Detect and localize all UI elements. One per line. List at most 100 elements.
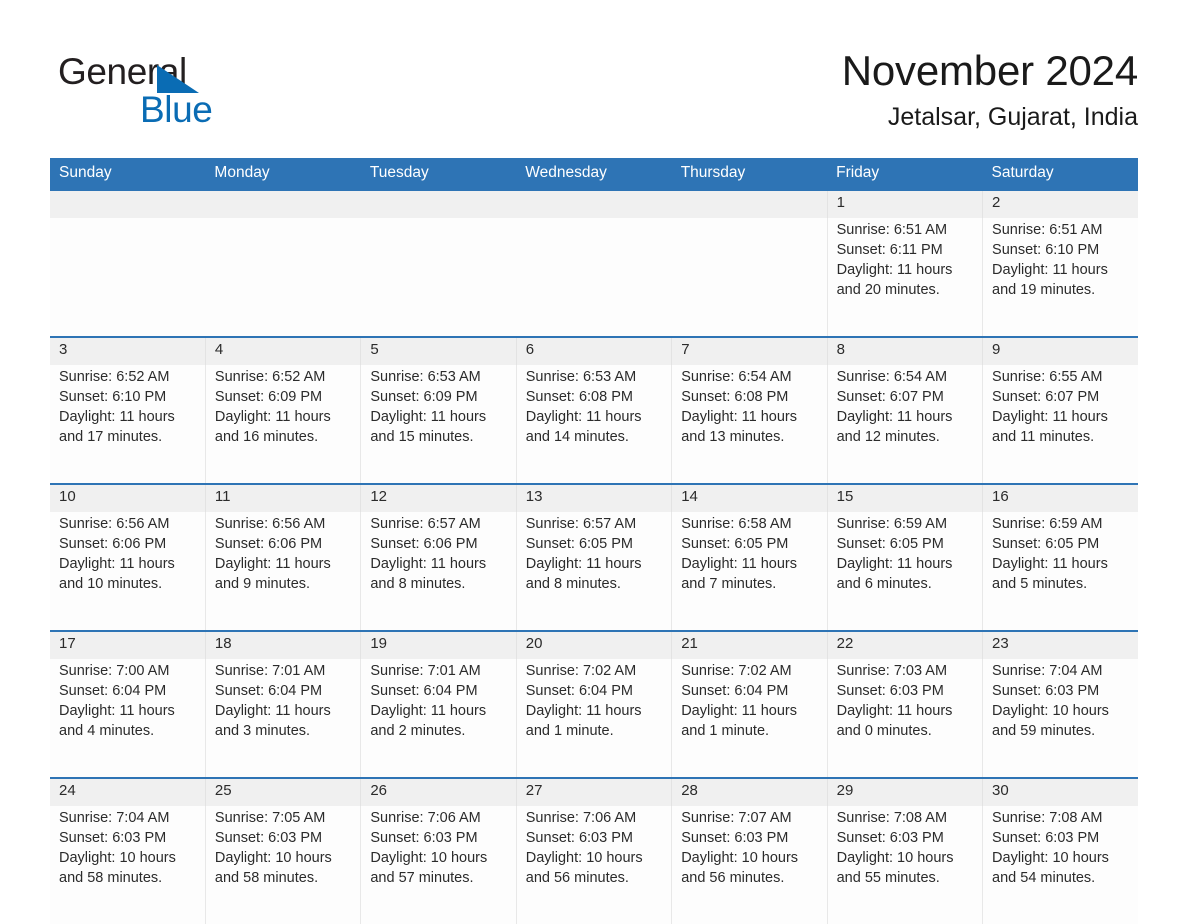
day-cell[interactable]: Sunrise: 7:08 AM Sunset: 6:03 PM Daylight:… <box>826 806 983 924</box>
day-cell[interactable]: Sunrise: 6:54 AM Sunset: 6:07 PM Daylight:… <box>826 365 983 484</box>
day-cell[interactable]: Sunrise: 7:04 AM Sunset: 6:03 PM Daylight:… <box>982 659 1138 778</box>
day-cell[interactable]: Sunrise: 7:04 AM Sunset: 6:03 PM Daylight:… <box>50 806 206 924</box>
day-detail: Sunrise: 6:51 AM Sunset: 6:11 PM Daylight:… <box>837 220 974 300</box>
day-detail: Sunrise: 7:04 AM Sunset: 6:03 PM Daylight:… <box>59 808 197 888</box>
weekday-header-saturday: Saturday <box>982 158 1138 190</box>
day-cell[interactable]: Sunrise: 7:01 AM Sunset: 6:04 PM Daylight:… <box>204 659 361 778</box>
daylight-text: Daylight: 11 hours and 1 minute. <box>525 703 642 739</box>
sunset-text: Sunset: 6:04 PM <box>59 683 167 699</box>
daylight-text: Daylight: 11 hours and 14 minutes. <box>525 409 642 445</box>
sunrise-text: Sunrise: 6:54 AM <box>836 369 948 385</box>
daylight-text: Daylight: 11 hours and 1 minute. <box>681 703 797 739</box>
day-number[interactable]: 11 <box>204 483 361 512</box>
day-number[interactable]: 18 <box>204 630 361 659</box>
day-cell[interactable]: Sunrise: 7:00 AM Sunset: 6:04 PM Daylight:… <box>50 659 206 778</box>
day-number[interactable]: 1 <box>826 189 983 218</box>
day-number[interactable]: 5 <box>360 336 517 365</box>
day-cell[interactable]: Sunrise: 7:01 AM Sunset: 6:04 PM Daylight:… <box>360 659 517 778</box>
day-number[interactable]: 10 <box>50 483 206 512</box>
day-number[interactable]: 30 <box>982 777 1138 806</box>
day-cell[interactable]: Sunrise: 6:59 AM Sunset: 6:05 PM Daylight:… <box>982 512 1138 631</box>
day-detail: Sunrise: 6:51 AM Sunset: 6:10 PM Daylight:… <box>992 220 1130 300</box>
day-cell[interactable]: Sunrise: 6:53 AM Sunset: 6:09 PM Daylight:… <box>360 365 517 484</box>
day-number[interactable]: 20 <box>515 630 672 659</box>
sunrise-text: Sunrise: 6:53 AM <box>525 369 637 385</box>
sunset-text: Sunset: 6:05 PM <box>681 536 789 552</box>
day-number[interactable]: 23 <box>982 630 1138 659</box>
day-number[interactable]: 3 <box>50 336 206 365</box>
day-number[interactable]: 26 <box>360 777 517 806</box>
day-cell[interactable]: Sunrise: 7:03 AM Sunset: 6:03 PM Daylight:… <box>826 659 983 778</box>
day-cell[interactable]: Sunrise: 6:51 AM Sunset: 6:11 PM Daylight:… <box>826 218 983 337</box>
day-number[interactable]: 7 <box>671 336 828 365</box>
day-cell[interactable]: Sunrise: 7:02 AM Sunset: 6:04 PM Daylight:… <box>671 659 828 778</box>
week-detail-row: Sunrise: 6:52 AM Sunset: 6:10 PM Daylight:… <box>50 365 1138 484</box>
day-cell[interactable]: Sunrise: 6:54 AM Sunset: 6:08 PM Daylight:… <box>671 365 828 484</box>
sunset-text: Sunset: 6:03 PM <box>59 830 167 846</box>
sunrise-text: Sunrise: 7:06 AM <box>370 810 481 826</box>
sunrise-text: Sunrise: 7:03 AM <box>836 663 948 679</box>
calendar-header: Sunday Monday Tuesday Wednesday Thursday… <box>50 158 1138 190</box>
day-cell[interactable]: Sunrise: 7:07 AM Sunset: 6:03 PM Daylight:… <box>671 806 828 924</box>
weekday-header-tuesday: Tuesday <box>360 158 517 190</box>
weekday-header-row: Sunday Monday Tuesday Wednesday Thursday… <box>50 158 1138 190</box>
day-number[interactable]: 24 <box>50 777 206 806</box>
day-number[interactable]: 12 <box>360 483 517 512</box>
sunset-text: Sunset: 6:04 PM <box>681 683 789 699</box>
day-number[interactable]: 16 <box>982 483 1138 512</box>
day-detail: Sunrise: 6:53 AM Sunset: 6:08 PM Daylight:… <box>526 367 663 447</box>
day-number[interactable]: 29 <box>826 777 983 806</box>
sunrise-text: Sunrise: 6:51 AM <box>836 222 948 238</box>
day-detail: Sunrise: 6:57 AM Sunset: 6:05 PM Daylight:… <box>526 514 663 594</box>
day-number[interactable]: 6 <box>515 336 672 365</box>
day-cell[interactable]: Sunrise: 7:02 AM Sunset: 6:04 PM Daylight:… <box>515 659 672 778</box>
day-cell[interactable]: Sunrise: 7:08 AM Sunset: 6:03 PM Daylight:… <box>982 806 1138 924</box>
sunset-text: Sunset: 6:04 PM <box>214 683 323 699</box>
daylight-text: Daylight: 11 hours and 15 minutes. <box>370 409 487 445</box>
day-cell[interactable]: Sunrise: 6:52 AM Sunset: 6:10 PM Daylight:… <box>50 365 206 484</box>
day-cell[interactable]: Sunrise: 6:51 AM Sunset: 6:10 PM Daylight:… <box>982 218 1138 337</box>
day-cell[interactable]: Sunrise: 7:06 AM Sunset: 6:03 PM Daylight:… <box>360 806 517 924</box>
week-detail-row: Sunrise: 6:56 AM Sunset: 6:06 PM Daylight:… <box>50 512 1138 631</box>
day-number[interactable]: 2 <box>982 189 1138 218</box>
daylight-text: Daylight: 11 hours and 8 minutes. <box>525 556 642 592</box>
day-number[interactable]: 28 <box>671 777 828 806</box>
day-number[interactable]: 27 <box>515 777 672 806</box>
day-cell[interactable]: Sunrise: 6:57 AM Sunset: 6:05 PM Daylight:… <box>515 512 672 631</box>
daylight-text: Daylight: 10 hours and 58 minutes. <box>59 850 176 886</box>
day-number[interactable]: 25 <box>204 777 361 806</box>
daylight-text: Daylight: 11 hours and 8 minutes. <box>370 556 487 592</box>
day-cell[interactable]: Sunrise: 6:53 AM Sunset: 6:08 PM Daylight:… <box>515 365 672 484</box>
general-blue-logo[interactable]: General Blue <box>58 52 388 144</box>
day-cell[interactable]: Sunrise: 6:59 AM Sunset: 6:05 PM Daylight:… <box>826 512 983 631</box>
day-number[interactable]: 21 <box>671 630 828 659</box>
day-number[interactable]: 15 <box>826 483 983 512</box>
day-cell[interactable]: Sunrise: 7:06 AM Sunset: 6:03 PM Daylight:… <box>515 806 672 924</box>
day-number[interactable]: 8 <box>826 336 983 365</box>
day-number[interactable]: 14 <box>671 483 828 512</box>
day-cell[interactable]: Sunrise: 7:05 AM Sunset: 6:03 PM Daylight:… <box>204 806 361 924</box>
daylight-text: Daylight: 11 hours and 16 minutes. <box>214 409 331 445</box>
day-number[interactable]: 13 <box>515 483 672 512</box>
day-cell[interactable]: Sunrise: 6:58 AM Sunset: 6:05 PM Daylight:… <box>671 512 828 631</box>
day-cell[interactable]: Sunrise: 6:56 AM Sunset: 6:06 PM Daylight:… <box>50 512 206 631</box>
sunset-text: Sunset: 6:04 PM <box>525 683 633 699</box>
day-cell[interactable]: Sunrise: 6:55 AM Sunset: 6:07 PM Daylight:… <box>982 365 1138 484</box>
day-number[interactable]: 4 <box>204 336 361 365</box>
sunrise-text: Sunrise: 7:04 AM <box>59 810 170 826</box>
sunset-text: Sunset: 6:09 PM <box>214 389 323 405</box>
day-detail: Sunrise: 6:58 AM Sunset: 6:05 PM Daylight:… <box>681 514 818 594</box>
daylight-text: Daylight: 11 hours and 5 minutes. <box>992 556 1108 592</box>
title-block: November 2024 Jetalsar, Gujarat, India <box>438 46 1138 134</box>
day-cell[interactable]: Sunrise: 6:52 AM Sunset: 6:09 PM Daylight:… <box>204 365 361 484</box>
day-cell[interactable]: Sunrise: 6:56 AM Sunset: 6:06 PM Daylight:… <box>204 512 361 631</box>
sunrise-text: Sunrise: 7:00 AM <box>59 663 170 679</box>
day-number[interactable]: 19 <box>360 630 517 659</box>
calendar-page: General Blue November 2024 Jetalsar, Guj… <box>0 0 1188 924</box>
day-cell[interactable]: Sunrise: 6:57 AM Sunset: 6:06 PM Daylight:… <box>360 512 517 631</box>
day-number[interactable]: 17 <box>50 630 206 659</box>
day-number[interactable]: 9 <box>982 336 1138 365</box>
day-number[interactable]: 22 <box>826 630 983 659</box>
daylight-text: Daylight: 11 hours and 0 minutes. <box>836 703 953 739</box>
sunset-text: Sunset: 6:06 PM <box>59 536 167 552</box>
